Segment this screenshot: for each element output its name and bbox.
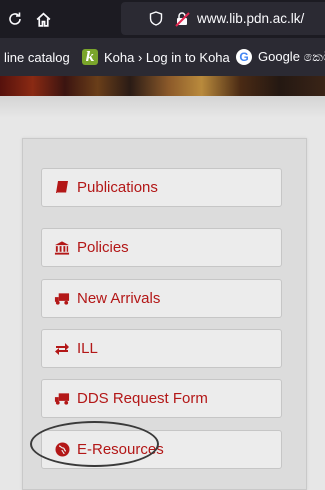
nav-label: DDS Request Form [77, 390, 208, 407]
nav-label: New Arrivals [77, 290, 161, 307]
address-bar[interactable]: www.lib.pdn.ac.lk/ [121, 2, 325, 35]
bookmark-google[interactable]: G Google කෙටි [236, 38, 325, 76]
bookmarks-bar: line catalog k Koha › Log in to Koha G G… [0, 38, 325, 76]
bookmark-label: Koha › Log in to Koha [104, 49, 230, 65]
nav-policies-button[interactable]: Policies [41, 228, 282, 267]
url-text[interactable]: www.lib.pdn.ac.lk/ [197, 11, 304, 26]
nav-new-arrivals-button[interactable]: New Arrivals [41, 279, 282, 318]
book-icon [54, 180, 70, 196]
reload-icon[interactable] [2, 0, 28, 38]
institution-icon [54, 240, 70, 256]
koha-icon: k [82, 49, 98, 65]
bookmark-koha[interactable]: k Koha › Log in to Koha [82, 38, 230, 76]
browser-toolbar: www.lib.pdn.ac.lk/ [0, 0, 325, 38]
truck-icon [54, 291, 70, 307]
nav-label: Policies [77, 239, 129, 256]
bookmark-label: Google කෙටි [258, 49, 325, 64]
nav-dds-request-form-button[interactable]: DDS Request Form [41, 379, 282, 418]
bookmark-online-catalog[interactable]: line catalog [4, 38, 70, 76]
nav-publications-button[interactable]: Publications [41, 168, 282, 207]
nav-label: ILL [77, 340, 98, 357]
google-icon: G [236, 49, 252, 65]
truck-icon [54, 391, 70, 407]
nav-ill-button[interactable]: ILL [41, 329, 282, 368]
highlight-ellipse [30, 421, 159, 467]
home-icon[interactable] [30, 0, 56, 38]
insecure-lock-icon[interactable] [173, 2, 191, 35]
bookmark-label: line catalog [4, 49, 70, 65]
exchange-icon [54, 341, 70, 357]
nav-label: Publications [77, 179, 158, 196]
site-banner [0, 76, 325, 96]
shield-icon[interactable] [147, 2, 165, 35]
